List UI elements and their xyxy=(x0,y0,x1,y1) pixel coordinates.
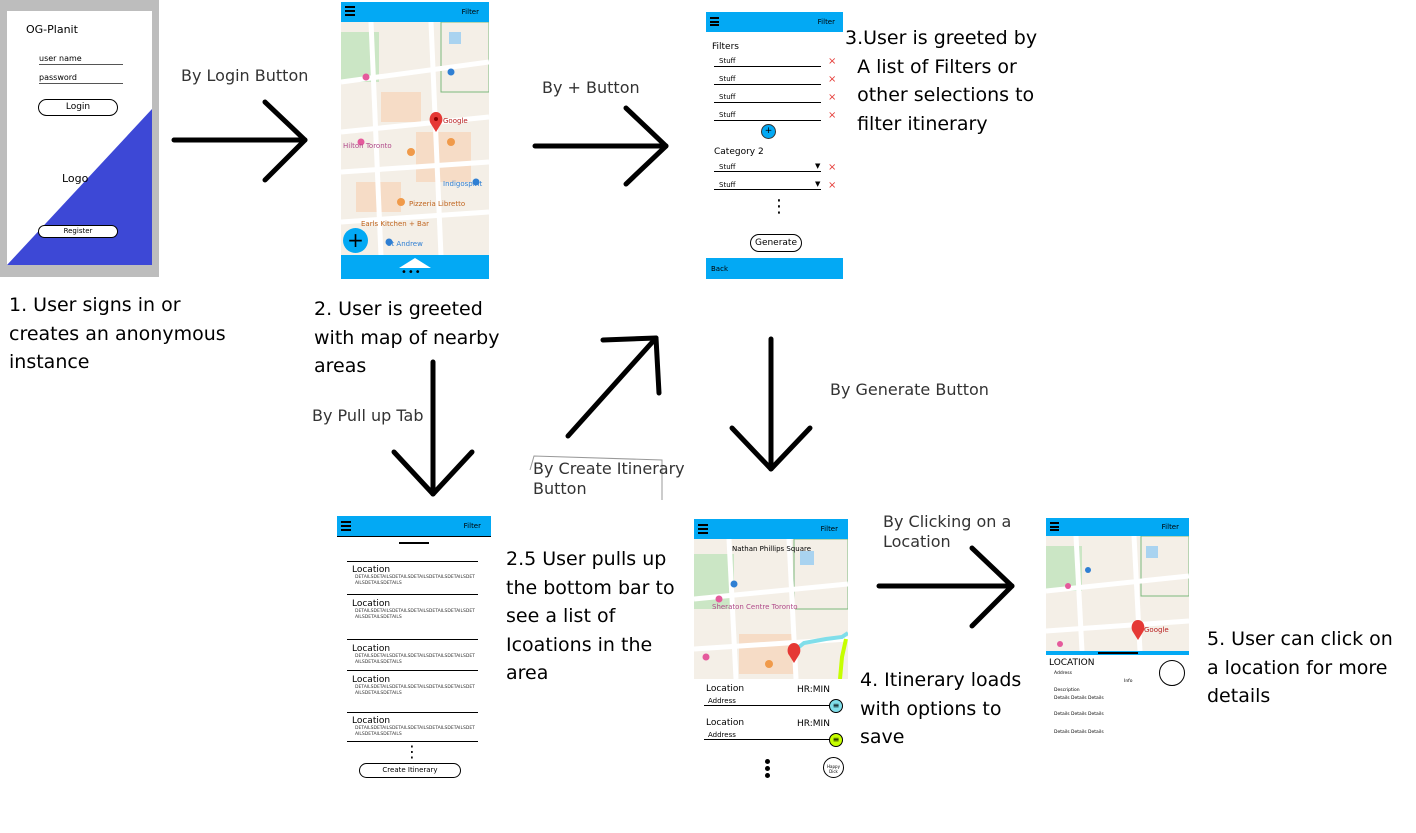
edge-label-pullup: By Pull up Tab xyxy=(312,406,424,425)
edge-label-generate: By Generate Button xyxy=(830,380,989,399)
caption-step-4: 4. Itinerary loads with options to save xyxy=(860,669,1022,748)
arrow-map-to-filters xyxy=(532,105,669,187)
edge-label-login: By Login Button xyxy=(181,66,309,85)
flow-arrows xyxy=(171,99,1015,629)
arrow-map-to-list xyxy=(391,359,475,497)
caption-step-3: 3.User is greeted by A list of Filters o… xyxy=(845,27,1038,135)
arrow-filters-to-itinerary xyxy=(729,336,813,472)
arrow-itinerary-to-details xyxy=(876,545,1015,629)
arrow-list-to-filters xyxy=(565,335,662,439)
edge-label-create-itinerary: By Create Itinerary Button xyxy=(533,459,685,498)
caption-step-2: 2. User is greeted with map of nearby ar… xyxy=(314,298,500,377)
edge-label-clicking: By Clicking on a Location xyxy=(883,512,1012,551)
arrow-login-to-map xyxy=(171,99,308,183)
edge-label-plus: By + Button xyxy=(542,78,640,97)
caption-step-2-5: 2.5 User pulls up the bottom bar to see … xyxy=(506,548,675,684)
caption-step-1: 1. User signs in or creates an anonymous… xyxy=(9,294,226,373)
caption-step-5: 5. User can click on a location for more… xyxy=(1207,628,1393,707)
